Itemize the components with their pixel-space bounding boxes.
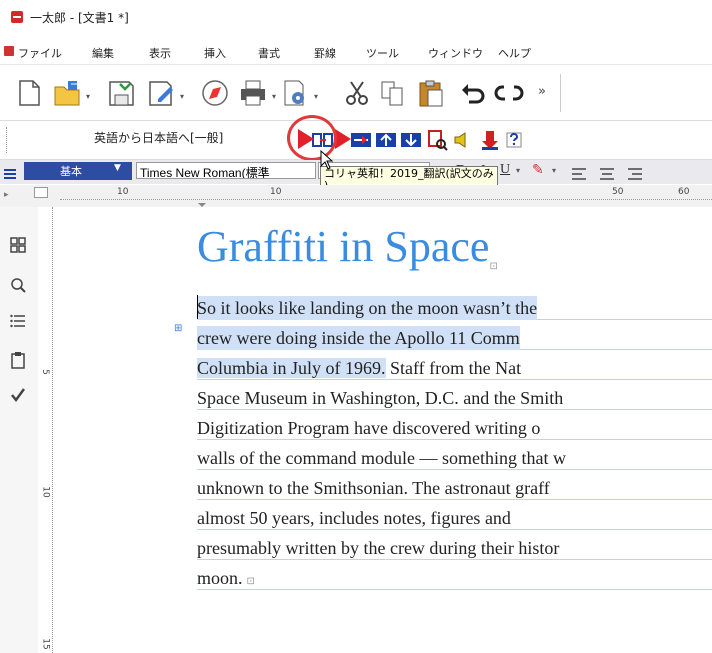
align-right-icon[interactable] — [628, 165, 642, 184]
undo-icon[interactable] — [458, 78, 488, 108]
dictionary-icon[interactable] — [426, 129, 448, 151]
text-line[interactable]: So it looks like landing on the moon was… — [197, 296, 538, 320]
left-sidebar — [0, 207, 39, 653]
text-cursor — [197, 295, 198, 319]
text-line[interactable]: moon. ⊡ — [197, 566, 255, 590]
document-menu-icon[interactable] — [4, 46, 14, 56]
menu-ruled-lines[interactable]: 罫線 — [314, 45, 336, 61]
save-as-icon[interactable] — [146, 78, 176, 108]
text-line[interactable]: walls of the command module — something … — [197, 446, 566, 470]
translate-down-icon[interactable] — [400, 131, 422, 149]
main-toolbar: ▾ ▾ ▾ ▾ » — [0, 66, 712, 121]
toolbar-overflow-button[interactable]: » — [538, 84, 546, 99]
font-name-field[interactable]: Times New Roman(標準 — [136, 162, 316, 179]
highlighter-icon[interactable]: ✎ — [532, 162, 544, 178]
cut-icon[interactable] — [342, 78, 372, 108]
paragraph-mark-icon: ⊡ — [489, 261, 498, 272]
print-settings-dropdown-icon[interactable]: ▾ — [314, 92, 318, 101]
text-line[interactable]: Columbia in July of 1969. Staff from the… — [197, 356, 521, 380]
print-settings-icon[interactable] — [280, 78, 310, 108]
app-icon — [11, 11, 23, 23]
menu-insert[interactable]: 挿入 — [204, 45, 226, 61]
thumbnail-grid-icon[interactable] — [10, 237, 26, 257]
horizontal-ruler[interactable]: ▸ 10 10 50 60 — [0, 185, 712, 212]
translation-mode-label[interactable]: 英語から日本語へ[一般] — [94, 129, 223, 146]
menu-window[interactable]: ウィンドウ — [428, 45, 483, 61]
menu-format[interactable]: 書式 — [258, 45, 280, 61]
vruler-tick-label: 10 — [40, 486, 51, 498]
menu-tools[interactable]: ツール — [366, 45, 399, 61]
text-line[interactable]: Space Museum in Washington, D.C. and the… — [197, 386, 563, 410]
style-name: 基本 — [60, 165, 82, 178]
text-line[interactable]: crew were doing inside the Apollo 11 Com… — [197, 326, 520, 350]
text-line-last: moon. — [197, 568, 243, 588]
menu-view[interactable]: 表示 — [149, 45, 171, 61]
new-document-icon[interactable] — [14, 78, 44, 108]
document-title-text: Graffiti in Space — [197, 222, 490, 271]
search-icon[interactable] — [10, 277, 26, 297]
print-dropdown-icon[interactable]: ▾ — [272, 92, 276, 101]
underline-icon[interactable]: U — [500, 162, 510, 178]
underline-dropdown-icon[interactable]: ▾ — [516, 166, 520, 175]
chevron-down-icon: ▼ — [114, 163, 121, 173]
ruler-tick-label: 60 — [678, 187, 690, 197]
text-line[interactable]: almost 50 years, includes notes, figures… — [197, 506, 511, 530]
title-bar: 一太郎 - [文書1 *] — [0, 0, 712, 40]
menu-help[interactable]: ヘルプ — [498, 45, 531, 61]
text-line[interactable]: unknown to the Smithsonian. The astronau… — [197, 476, 550, 500]
clipboard-icon[interactable] — [10, 351, 26, 373]
indicator-arrow-icon — [296, 127, 316, 151]
tab-marker[interactable] — [34, 187, 48, 198]
paragraph-tag-icon[interactable]: ⊞ — [174, 323, 188, 335]
toolbar-divider — [560, 74, 561, 112]
redo-icon[interactable] — [494, 78, 524, 108]
translate-up-icon[interactable] — [375, 131, 397, 149]
text-line[interactable]: Digitization Program have discovered wri… — [197, 416, 540, 440]
vertical-ruler[interactable]: 5 10 15 — [38, 207, 63, 653]
open-dropdown-icon[interactable]: ▾ — [86, 92, 90, 101]
document-canvas[interactable]: Graffiti in Space⊡ ⊞ So it looks like la… — [62, 207, 712, 653]
align-left-icon[interactable] — [572, 165, 586, 184]
highlighter-dropdown-icon[interactable]: ▾ — [552, 166, 556, 175]
paste-icon[interactable] — [416, 78, 446, 108]
document-title[interactable]: Graffiti in Space⊡ — [197, 221, 498, 272]
ruler-tick-label: 10 — [117, 187, 129, 197]
open-folder-icon[interactable] — [52, 78, 82, 108]
style-selector[interactable]: 基本 ▼ — [24, 162, 132, 180]
export-icon[interactable] — [480, 129, 500, 151]
mouse-cursor-icon — [320, 149, 334, 170]
indent-marker-icon[interactable] — [198, 197, 206, 212]
menu-file[interactable]: ファイル — [18, 45, 62, 61]
text-line-rest: Staff from the Nat — [385, 358, 522, 378]
vruler-tick-label: 15 — [40, 638, 51, 650]
line-rule — [197, 589, 712, 590]
align-center-icon[interactable] — [600, 165, 614, 184]
translate-document-icon[interactable] — [350, 131, 372, 149]
save-dropdown-icon[interactable]: ▾ — [180, 92, 184, 101]
vruler-dots — [52, 207, 54, 653]
help-icon[interactable] — [506, 132, 522, 148]
toolbar-grip[interactable] — [6, 127, 9, 153]
ruler-tick-label: 10 — [270, 187, 282, 197]
window-title: 一太郎 - [文書1 *] — [30, 11, 129, 25]
selected-text: Columbia in July of 1969. — [197, 358, 386, 378]
save-icon[interactable] — [106, 78, 136, 108]
format-menu-icon[interactable] — [4, 165, 16, 179]
vruler-tick-label: 5 — [39, 369, 50, 375]
end-mark-icon: ⊡ — [246, 576, 255, 587]
menu-edit[interactable]: 編集 — [92, 45, 114, 61]
ruler-dots — [60, 199, 712, 201]
text-line[interactable]: presumably written by the crew during th… — [197, 536, 559, 560]
checkmark-icon[interactable] — [10, 387, 26, 407]
ruler-toggle-icon[interactable]: ▸ — [4, 190, 9, 200]
outline-list-icon[interactable] — [10, 313, 26, 333]
menu-bar: ファイル 編集 表示 挿入 書式 罫線 ツール ウィンドウ ヘルプ — [0, 40, 712, 65]
ruler-tick-label: 50 — [612, 187, 624, 197]
copy-icon[interactable] — [378, 78, 408, 108]
speaker-icon[interactable] — [452, 131, 470, 149]
compass-icon[interactable] — [200, 78, 230, 108]
print-icon[interactable] — [238, 78, 268, 108]
